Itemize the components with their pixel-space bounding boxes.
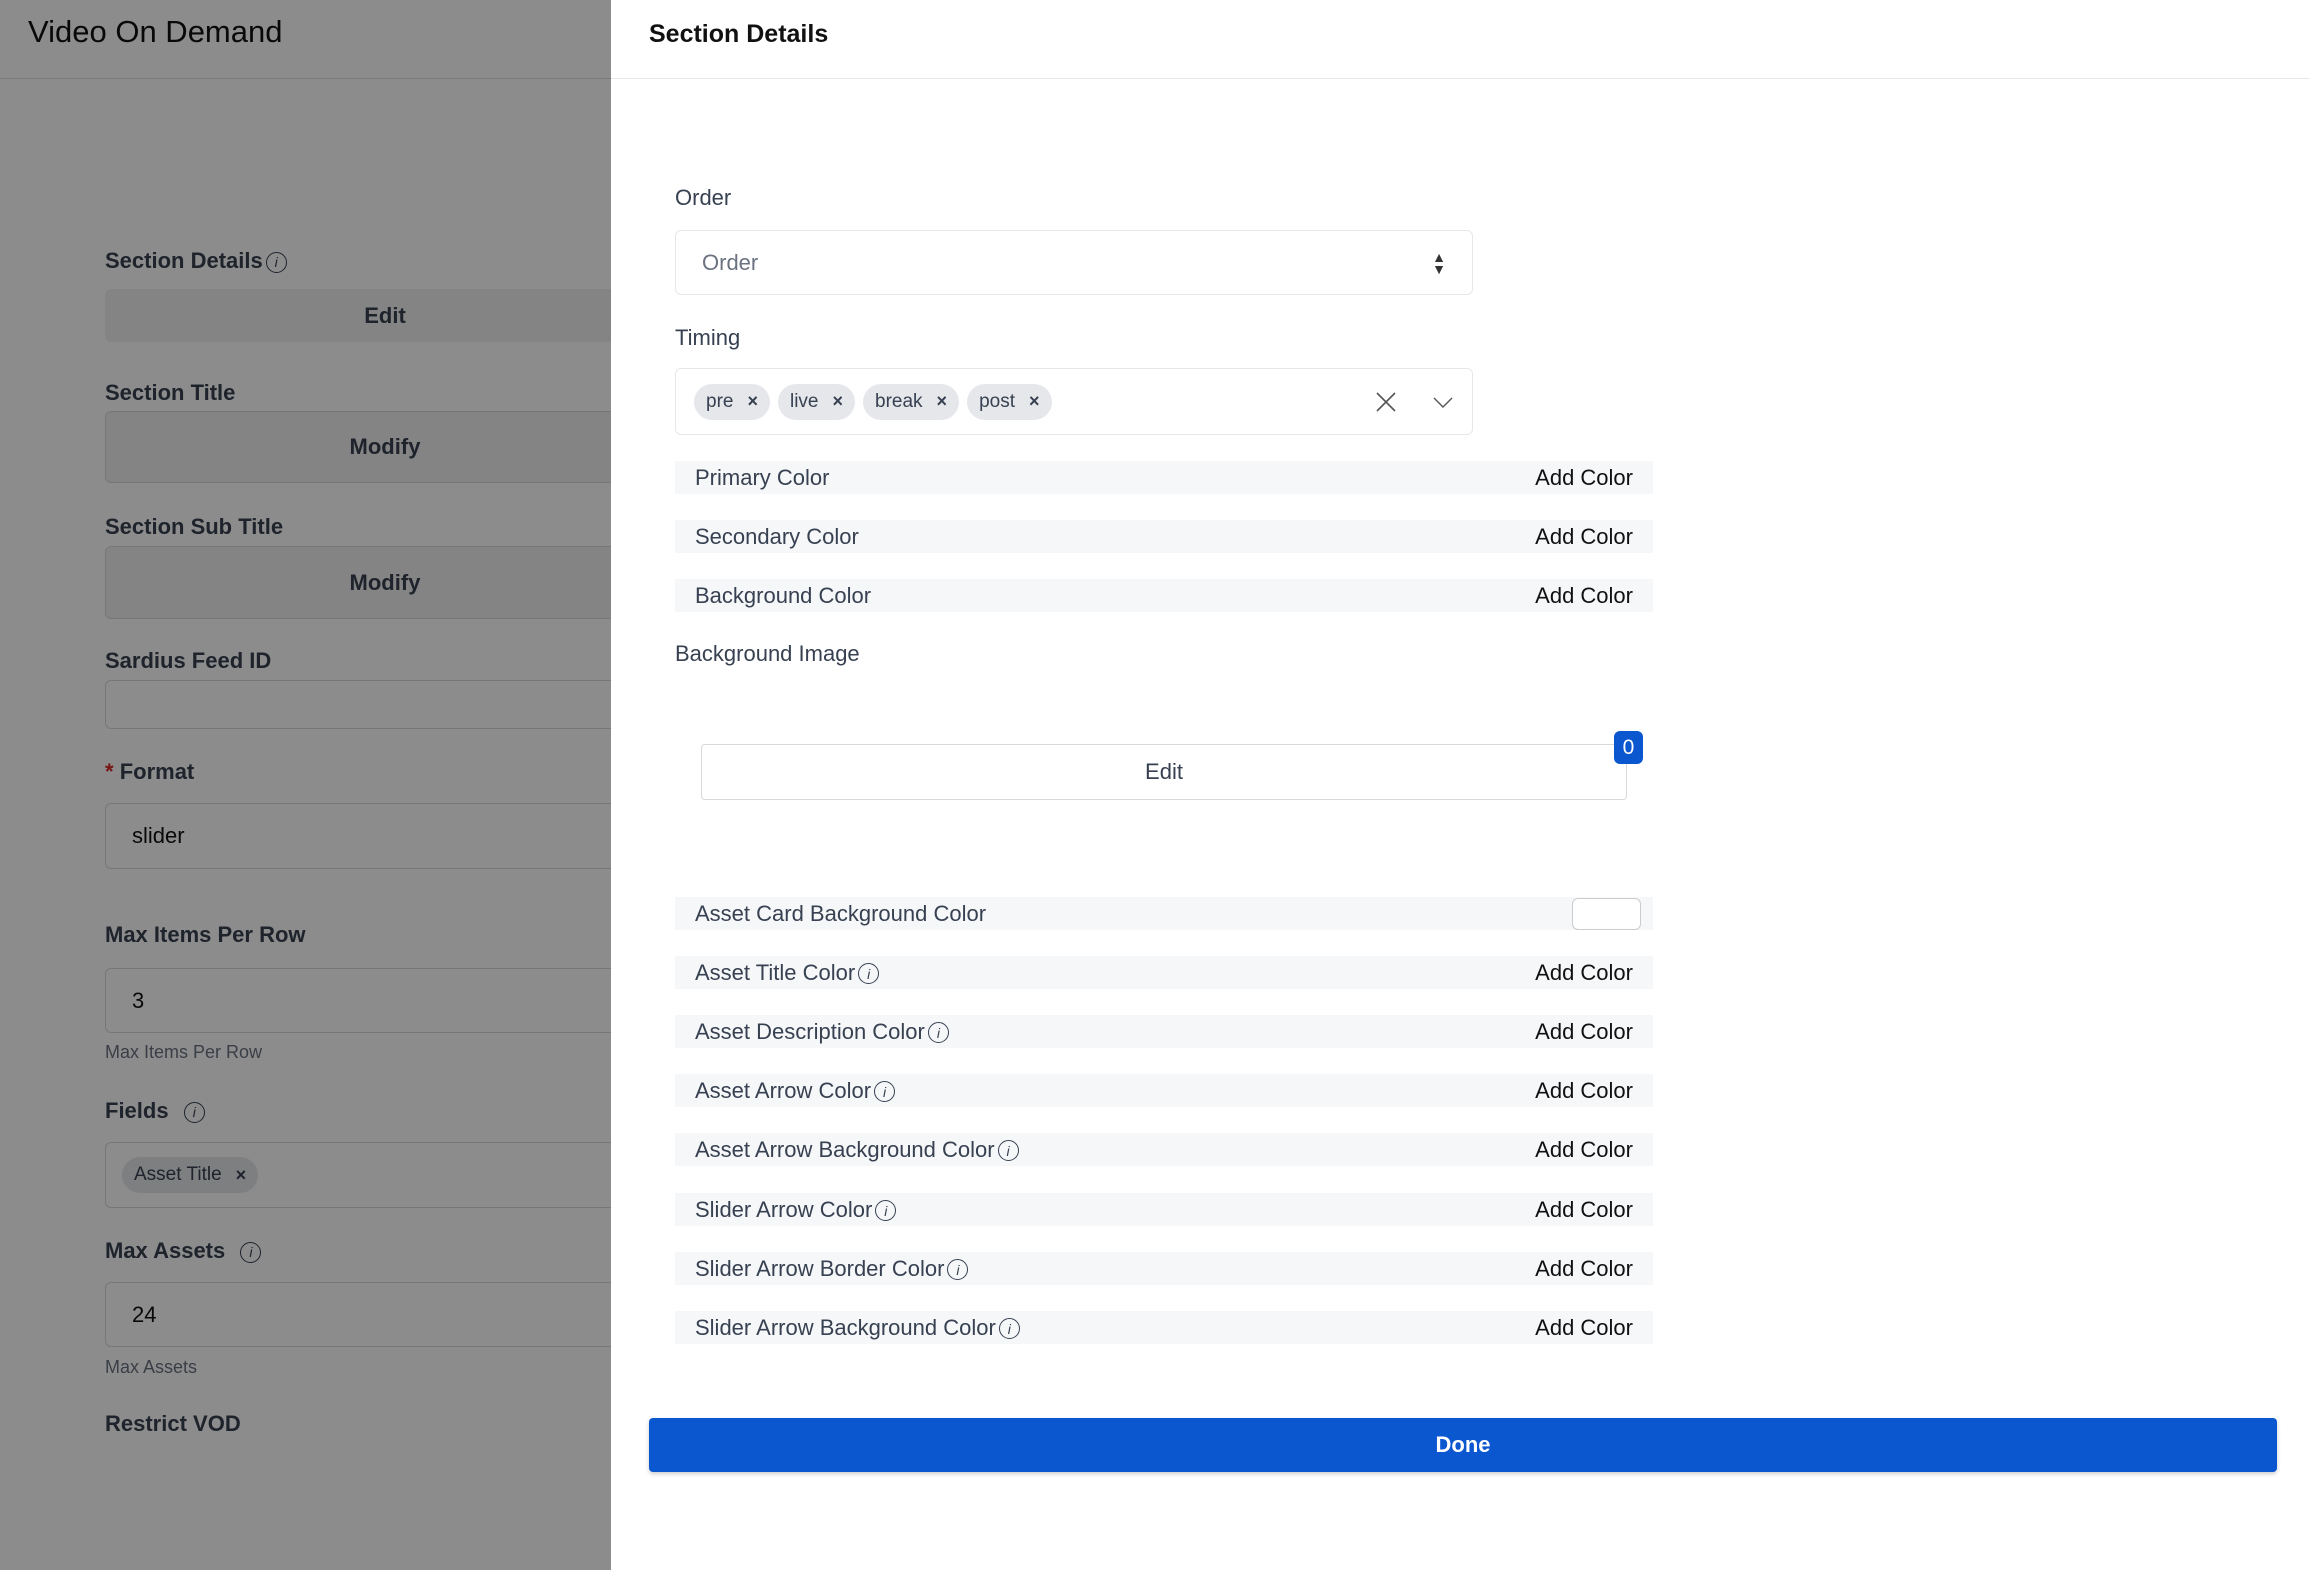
label-text: Asset Arrow Background Color: [695, 1136, 995, 1162]
secondary-color-row: Secondary Color Add Color: [675, 520, 1653, 553]
stepper-icon[interactable]: ▲ ▼: [1432, 250, 1446, 276]
color-row: Slider Arrow Border Color i Add Color: [675, 1252, 1653, 1285]
info-icon[interactable]: i: [997, 1140, 1019, 1162]
color-row: Asset Arrow Background Color i Add Color: [675, 1133, 1653, 1166]
label-text: Asset Arrow Color: [695, 1077, 872, 1103]
done-button[interactable]: Done: [649, 1418, 2277, 1472]
remove-tag-icon[interactable]: ×: [1029, 391, 1040, 412]
color-row: Asset Description Color i Add Color: [675, 1015, 1653, 1048]
divider: [611, 78, 2310, 79]
add-color-button[interactable]: Add Color: [1535, 524, 1633, 550]
row-label: Slider Arrow Background Color i: [695, 1315, 1020, 1341]
remove-tag-icon[interactable]: ×: [833, 391, 844, 412]
color-row: Slider Arrow Background Color i Add Color: [675, 1311, 1653, 1344]
add-color-button[interactable]: Add Color: [1535, 1019, 1633, 1045]
add-color-button[interactable]: Add Color: [1535, 583, 1633, 609]
label-text: Slider Arrow Color: [695, 1196, 873, 1222]
label-text: Slider Arrow Border Color: [695, 1255, 945, 1281]
row-label: Slider Arrow Border Color i: [695, 1255, 969, 1282]
tag-label: break: [875, 390, 923, 412]
tag-label: post: [979, 390, 1015, 412]
row-label: Slider Arrow Color i: [695, 1196, 897, 1223]
add-color-button[interactable]: Add Color: [1535, 1315, 1633, 1341]
drawer-title: Section Details: [649, 20, 829, 48]
row-label: Asset Card Background Color: [695, 900, 987, 926]
add-color-button[interactable]: Add Color: [1535, 960, 1633, 986]
timing-label: Timing: [675, 325, 741, 350]
info-icon[interactable]: i: [998, 1318, 1020, 1340]
clear-icon[interactable]: [1374, 390, 1398, 414]
remove-tag-icon[interactable]: ×: [747, 391, 758, 412]
label-text: Asset Title Color: [695, 959, 856, 985]
chevron-down-icon[interactable]: [1432, 391, 1454, 413]
info-icon[interactable]: i: [947, 1259, 969, 1281]
background-image-edit-button[interactable]: Edit: [701, 744, 1627, 800]
info-icon[interactable]: i: [858, 963, 880, 985]
row-label: Asset Title Color i: [695, 959, 880, 986]
modal-overlay[interactable]: [0, 0, 611, 1570]
order-placeholder: Order: [702, 249, 759, 275]
color-row: Asset Arrow Color i Add Color: [675, 1074, 1653, 1107]
tag-label: pre: [706, 390, 734, 412]
timing-select[interactable]: pre × live × break × post ×: [675, 368, 1473, 435]
info-icon[interactable]: i: [875, 1200, 897, 1222]
row-label: Secondary Color: [695, 523, 859, 549]
add-color-button[interactable]: Add Color: [1535, 1197, 1633, 1223]
add-color-button[interactable]: Add Color: [1535, 1137, 1633, 1163]
row-label: Primary Color: [695, 464, 830, 490]
timing-tag: post ×: [967, 383, 1052, 420]
remove-tag-icon[interactable]: ×: [937, 391, 948, 412]
color-row: Slider Arrow Color i Add Color: [675, 1193, 1653, 1226]
asset-card-background-color-row: Asset Card Background Color: [675, 897, 1653, 930]
timing-tag: live ×: [777, 383, 856, 420]
row-label: Asset Description Color i: [695, 1019, 949, 1045]
add-color-button[interactable]: Add Color: [1535, 1078, 1633, 1104]
tag-label: live: [789, 390, 819, 412]
background-image-label: Background Image: [675, 641, 860, 666]
label-text: Slider Arrow Background Color: [695, 1314, 996, 1340]
label-text: Asset Description Color: [695, 1018, 925, 1044]
add-color-button[interactable]: Add Color: [1535, 1256, 1633, 1282]
timing-tag: pre ×: [694, 383, 770, 420]
add-color-button[interactable]: Add Color: [1535, 465, 1633, 491]
image-count-badge: 0: [1614, 731, 1643, 764]
background-color-row: Background Color Add Color: [675, 579, 1653, 612]
row-label: Asset Arrow Color i: [695, 1077, 896, 1104]
row-label: Background Color: [695, 582, 872, 608]
timing-tag: break ×: [863, 383, 960, 420]
primary-color-row: Primary Color Add Color: [675, 461, 1653, 494]
info-icon[interactable]: i: [927, 1022, 949, 1044]
section-details-drawer: Section Details Order Order ▲ ▼ Timing pr…: [611, 0, 2310, 1570]
color-swatch[interactable]: [1572, 897, 1641, 930]
order-label: Order: [675, 185, 732, 210]
info-icon[interactable]: i: [874, 1081, 896, 1103]
color-row: Asset Title Color i Add Color: [675, 956, 1653, 989]
row-label: Asset Arrow Background Color i: [695, 1137, 1019, 1163]
order-input[interactable]: Order ▲ ▼: [675, 230, 1473, 295]
